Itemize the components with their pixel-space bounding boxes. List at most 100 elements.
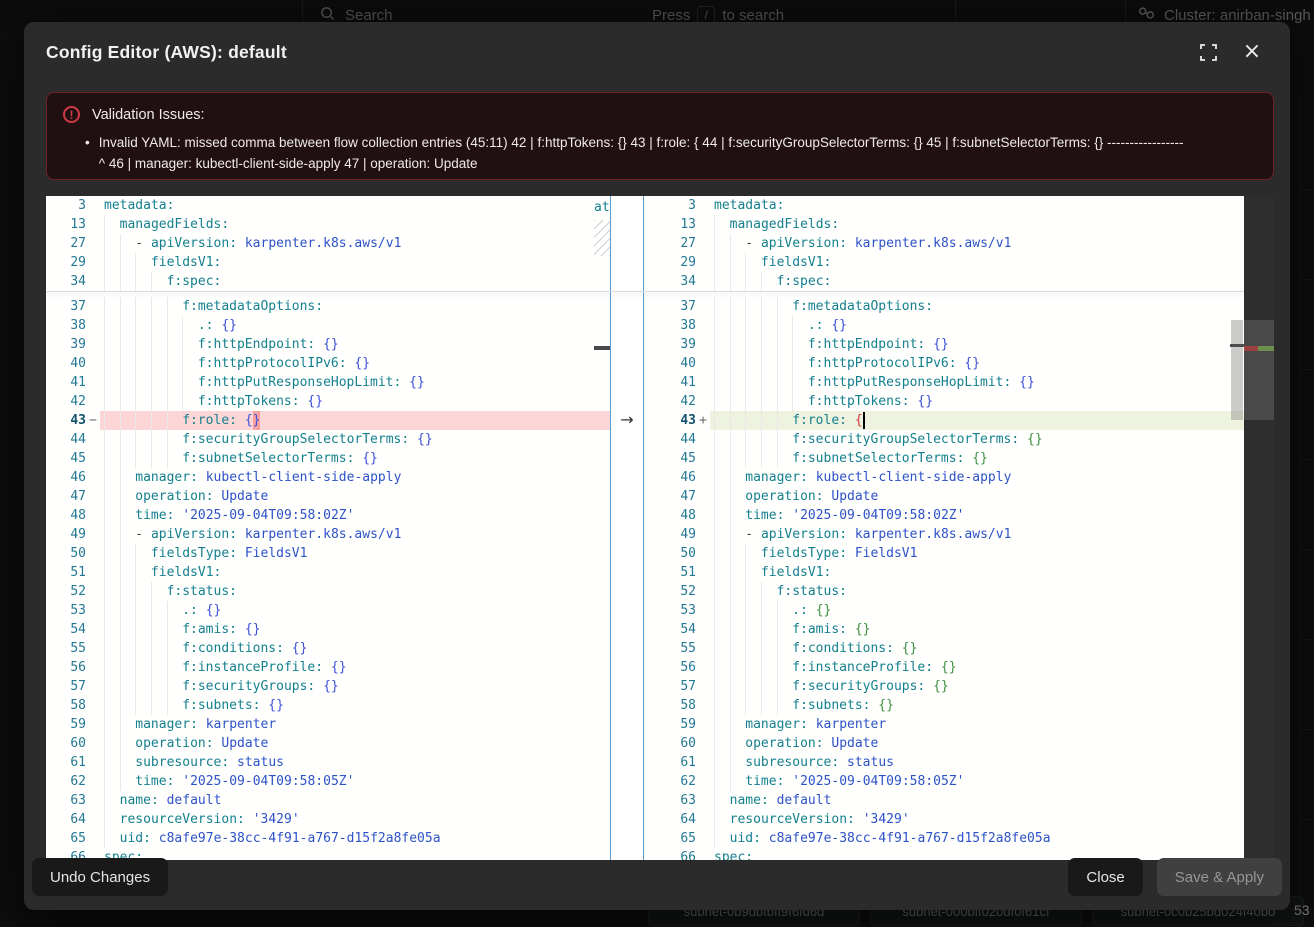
line-number: 56 [46,658,86,677]
code-line[interactable]: 46manager: kubectl-client-side-apply [644,468,1230,487]
code-line[interactable]: 54f:amis: {} [46,620,610,639]
code-line[interactable]: 47operation: Update [644,487,1230,506]
code-line[interactable]: 64resourceVersion: '3429' [644,810,1230,829]
code-token: f:httpTokens: [808,392,918,411]
code-line[interactable]: 55f:conditions: {} [644,639,1230,658]
code-line[interactable]: 47operation: Update [46,487,610,506]
code-line[interactable]: 34f:spec: [644,272,1230,291]
diff-sign [86,563,100,582]
code-token: c8afe97e-38cc-4f91-a767-d15f2a8fe05a [159,829,441,848]
close-dialog-button[interactable]: Close [1068,858,1142,896]
line-number: 48 [46,506,86,525]
close-button[interactable]: × [1242,42,1262,62]
code-line[interactable]: 41f:httpPutResponseHopLimit: {} [46,373,610,392]
code-token: {} [1019,373,1035,392]
indent-guide [777,354,793,373]
code-line[interactable]: 3metadata: [46,196,610,215]
code-line[interactable]: 65uid: c8afe97e-38cc-4f91-a767-d15f2a8fe… [644,829,1230,848]
code-line[interactable]: 37f:metadataOptions: [46,297,610,316]
code-line[interactable]: 57f:securityGroups: {} [46,677,610,696]
indent-guide [167,411,183,430]
code-line[interactable]: 65uid: c8afe97e-38cc-4f91-a767-d15f2a8fe… [46,829,610,848]
code-line[interactable]: 42f:httpTokens: {} [644,392,1230,411]
code-line[interactable]: 55f:conditions: {} [46,639,610,658]
scrollbar-thumb[interactable] [1231,320,1243,420]
code-line[interactable]: 40f:httpProtocolIPv6: {} [46,354,610,373]
revert-change-arrow-button[interactable]: → [611,410,643,429]
fullscreen-button[interactable] [1198,42,1218,62]
code-line[interactable]: 39f:httpEndpoint: {} [644,335,1230,354]
code-line[interactable]: 13managedFields: [46,215,610,234]
code-line[interactable]: 62time: '2025-09-04T09:58:05Z' [46,772,610,791]
code-line[interactable]: 53.: {} [644,601,1230,620]
code-line[interactable]: 27- apiVersion: karpenter.k8s.aws/v1 [644,234,1230,253]
code-line[interactable]: 34f:spec: [46,272,610,291]
original-code-lines[interactable]: 37f:metadataOptions:38.: {}39f:httpEndpo… [46,291,610,860]
code-line[interactable]: 44f:securityGroupSelectorTerms: {} [46,430,610,449]
code-line[interactable]: 61subresource: status [46,753,610,772]
code-line[interactable]: 40f:httpProtocolIPv6: {} [644,354,1230,373]
editor-scrollbar[interactable] [1230,196,1244,860]
diff-modified-pane[interactable]: 3metadata:13managedFields:27- apiVersion… [644,196,1230,860]
code-line[interactable]: 48time: '2025-09-04T09:58:02Z' [46,506,610,525]
code-line[interactable]: 29fieldsV1: [46,253,610,272]
code-line[interactable]: 49- apiVersion: karpenter.k8s.aws/v1 [46,525,610,544]
code-line[interactable]: 61subresource: status [644,753,1230,772]
code-line[interactable]: 38.: {} [46,316,610,335]
code-line[interactable]: 62time: '2025-09-04T09:58:05Z' [644,772,1230,791]
code-line[interactable]: 64resourceVersion: '3429' [46,810,610,829]
undo-changes-button[interactable]: Undo Changes [32,858,168,896]
code-line[interactable]: 45f:subnetSelectorTerms: {} [644,449,1230,468]
code-line[interactable]: 46manager: kubectl-client-side-apply [46,468,610,487]
minimap[interactable]: at [594,196,610,860]
code-line[interactable]: 52f:status: [644,582,1230,601]
diff-overview-ruler[interactable] [1244,196,1274,860]
overview-viewport-indicator[interactable] [1244,320,1274,420]
code-line[interactable]: 27- apiVersion: karpenter.k8s.aws/v1 [46,234,610,253]
indent-guide [135,696,151,715]
code-token: {} [816,601,832,620]
code-line[interactable]: 43−f:role: {} [46,411,610,430]
code-line[interactable]: 38.: {} [644,316,1230,335]
code-line[interactable]: 3metadata: [644,196,1230,215]
code-line[interactable]: 63name: default [46,791,610,810]
line-number: 42 [644,392,696,411]
code-token: manager: [135,468,205,487]
code-line[interactable]: 56f:instanceProfile: {} [644,658,1230,677]
code-line[interactable]: 53.: {} [46,601,610,620]
code-line[interactable]: 44f:securityGroupSelectorTerms: {} [644,430,1230,449]
code-line[interactable]: 39f:httpEndpoint: {} [46,335,610,354]
code-token: {} [933,677,949,696]
code-line[interactable]: 51fieldsV1: [644,563,1230,582]
code-line[interactable]: 49- apiVersion: karpenter.k8s.aws/v1 [644,525,1230,544]
indent-guide [777,297,793,316]
code-line[interactable]: 50fieldsType: FieldsV1 [644,544,1230,563]
code-line[interactable]: 41f:httpPutResponseHopLimit: {} [644,373,1230,392]
overview-added-mark [1258,346,1274,351]
code-line[interactable]: 42f:httpTokens: {} [46,392,610,411]
code-line[interactable]: 29fieldsV1: [644,253,1230,272]
code-line[interactable]: 51fieldsV1: [46,563,610,582]
code-line[interactable]: 57f:securityGroups: {} [644,677,1230,696]
code-line[interactable]: 48time: '2025-09-04T09:58:02Z' [644,506,1230,525]
code-line[interactable]: 50fieldsType: FieldsV1 [46,544,610,563]
code-line[interactable]: 52f:status: [46,582,610,601]
save-apply-button[interactable]: Save & Apply [1157,858,1282,896]
code-line[interactable]: 56f:instanceProfile: {} [46,658,610,677]
modified-code-lines[interactable]: 37f:metadataOptions:38.: {}39f:httpEndpo… [644,291,1230,860]
code-line[interactable]: 37f:metadataOptions: [644,297,1230,316]
code-line[interactable]: 54f:amis: {} [644,620,1230,639]
code-line[interactable]: 63name: default [644,791,1230,810]
indent-guide [714,354,730,373]
code-line[interactable]: 43+f:role: { [644,411,1230,430]
code-line[interactable]: 45f:subnetSelectorTerms: {} [46,449,610,468]
code-line[interactable]: 13managedFields: [644,215,1230,234]
code-line[interactable]: 60operation: Update [46,734,610,753]
code-line[interactable]: 58f:subnets: {} [46,696,610,715]
indent-guide [730,525,746,544]
code-line[interactable]: 58f:subnets: {} [644,696,1230,715]
code-line[interactable]: 59manager: karpenter [644,715,1230,734]
diff-original-pane[interactable]: 3metadata:13managedFields:27- apiVersion… [46,196,610,860]
code-line[interactable]: 60operation: Update [644,734,1230,753]
code-line[interactable]: 59manager: karpenter [46,715,610,734]
